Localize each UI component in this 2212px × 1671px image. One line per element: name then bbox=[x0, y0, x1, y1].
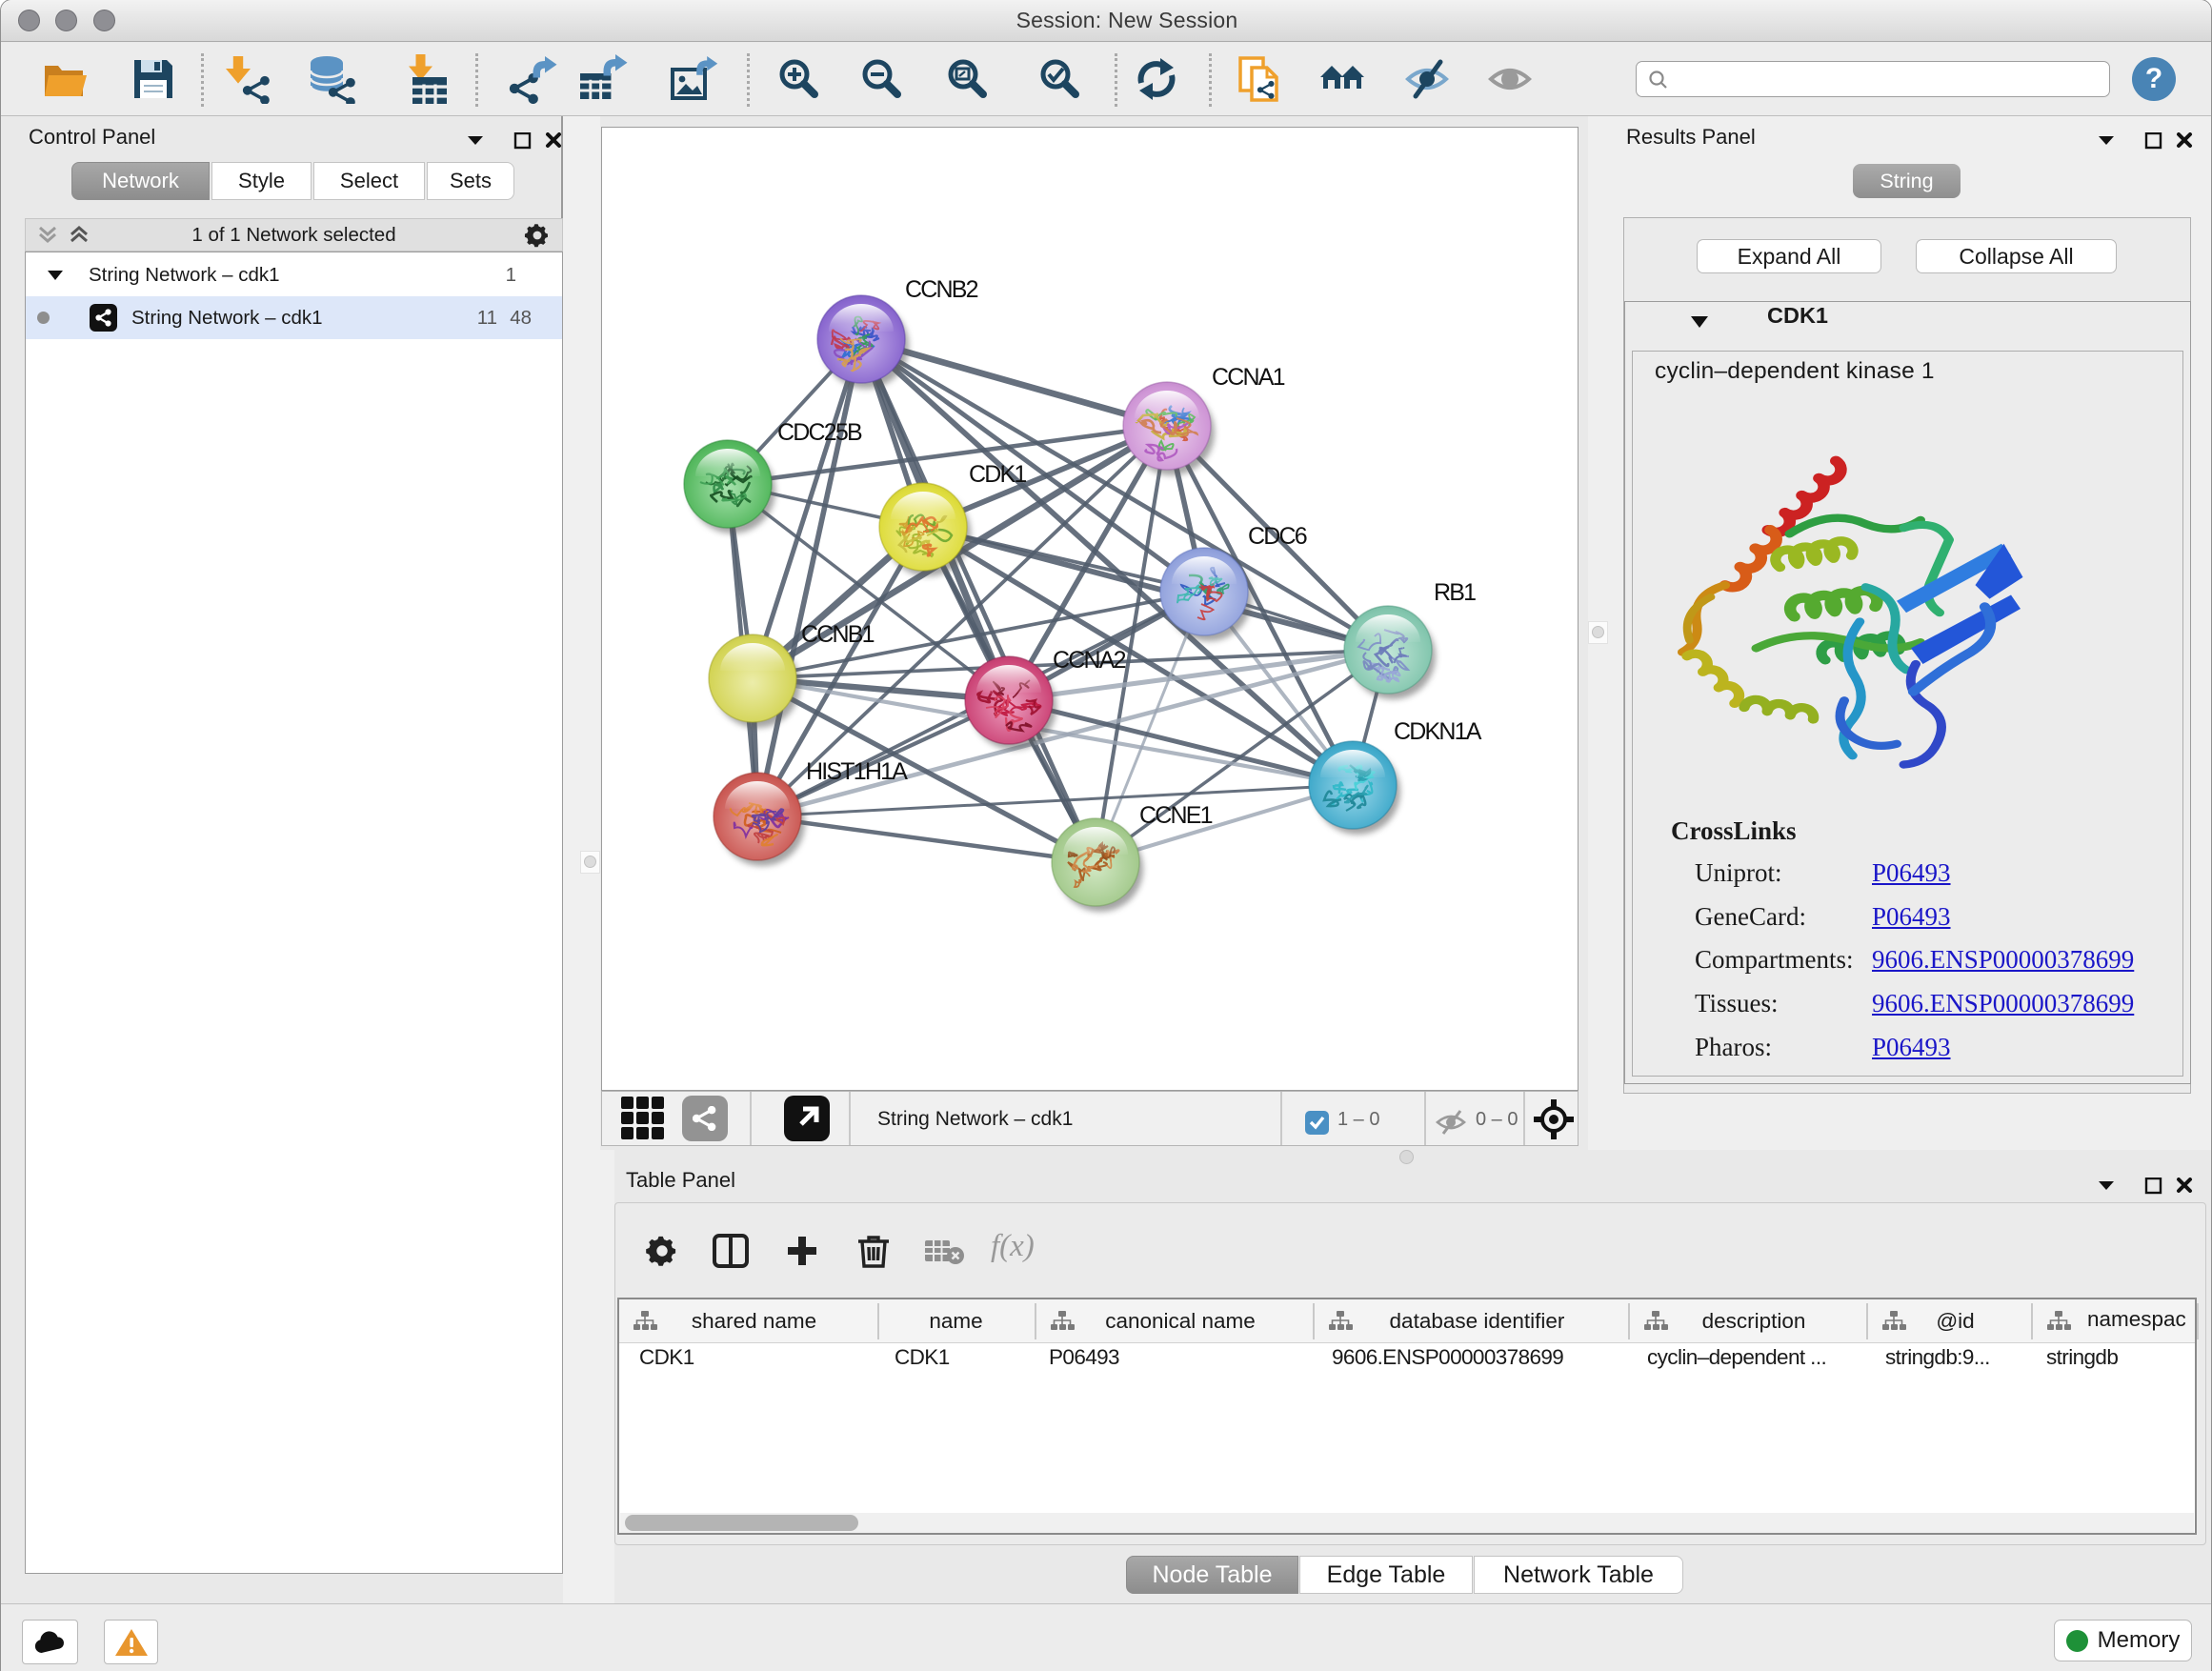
svg-text:CDKN1A: CDKN1A bbox=[1394, 718, 1482, 745]
svg-text:CDK1: CDK1 bbox=[969, 461, 1026, 488]
svg-text:CCNB2: CCNB2 bbox=[905, 276, 978, 303]
svg-text:CCNA2: CCNA2 bbox=[1053, 647, 1126, 674]
svg-text:CDC25B: CDC25B bbox=[777, 419, 862, 446]
svg-text:HIST1H1A: HIST1H1A bbox=[806, 758, 908, 785]
svg-text:CCNB1: CCNB1 bbox=[801, 621, 875, 648]
svg-text:CCNA1: CCNA1 bbox=[1212, 364, 1285, 391]
svg-text:RB1: RB1 bbox=[1434, 579, 1476, 606]
svg-text:CDC6: CDC6 bbox=[1248, 523, 1307, 550]
svg-text:CCNE1: CCNE1 bbox=[1139, 802, 1213, 829]
